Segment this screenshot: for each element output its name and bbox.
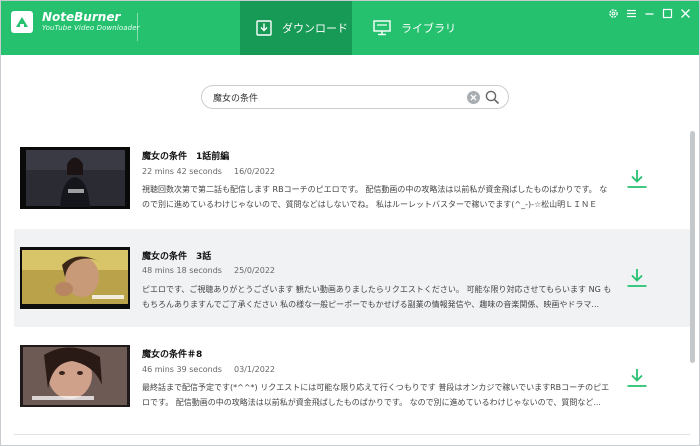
download-button[interactable]: [626, 368, 648, 388]
video-date: 03/1/2022: [234, 365, 276, 374]
video-date: 25/0/2022: [234, 266, 276, 275]
divider: [14, 434, 690, 435]
download-icon: [627, 369, 647, 387]
tab-library-label: ライブラリ: [401, 22, 456, 35]
menu-icon[interactable]: [626, 8, 637, 19]
video-meta: 22 mins 42 seconds 16/0/2022: [142, 167, 275, 176]
app-name: NoteBurner: [42, 10, 121, 24]
video-title: 魔女の条件＃8: [142, 350, 203, 360]
clear-icon: [470, 94, 477, 101]
video-title: 魔女の条件 1話前編: [142, 152, 230, 162]
brand-text: NoteBurner YouTube Video Downloader: [42, 11, 140, 33]
list-item[interactable]: 魔女の条件 1話前編 22 mins 42 seconds 16/0/2022 …: [14, 127, 690, 225]
video-thumbnail: [20, 147, 130, 209]
window-controls: [608, 8, 691, 19]
video-description: 最終話まで配信予定です(*^^*) リクエストには可能な限り応えて行くつもりです…: [142, 383, 610, 407]
app-subtitle: YouTube Video Downloader: [42, 24, 140, 32]
video-title: 魔女の条件 3話: [142, 252, 212, 262]
close-icon[interactable]: [680, 8, 691, 19]
search-box: [201, 85, 509, 109]
video-meta: 46 mins 39 seconds 03/1/2022: [142, 365, 275, 374]
video-thumbnail: [20, 247, 130, 309]
maximize-icon[interactable]: [662, 8, 673, 19]
search-input[interactable]: [213, 89, 463, 105]
results-list: 魔女の条件 1話前編 22 mins 42 seconds 16/0/2022 …: [14, 127, 690, 446]
download-button[interactable]: [626, 268, 648, 288]
noteburner-logo-icon: [11, 11, 33, 33]
video-thumbnail: [20, 345, 130, 407]
download-icon: [256, 20, 272, 36]
search-icon[interactable]: [485, 90, 500, 109]
video-duration: 48 mins 18 seconds: [142, 266, 222, 275]
video-description: ピエロです、ご視聴ありがとうございます 観たい動画ありましたらリクエストください…: [142, 285, 612, 309]
scrollbar[interactable]: [690, 131, 695, 363]
video-duration: 22 mins 42 seconds: [142, 167, 222, 176]
video-duration: 46 mins 39 seconds: [142, 365, 222, 374]
download-button[interactable]: [626, 169, 648, 189]
header-divider: [137, 13, 138, 41]
header-bar: NoteBurner YouTube Video Downloader ダウンロ…: [1, 1, 699, 55]
list-item[interactable]: 魔女の条件 3話 48 mins 18 seconds 25/0/2022 ピエ…: [14, 229, 690, 327]
app-window: NoteBurner YouTube Video Downloader ダウンロ…: [0, 0, 700, 446]
brand: NoteBurner YouTube Video Downloader: [11, 11, 140, 33]
tab-library[interactable]: ライブラリ: [359, 1, 471, 55]
video-meta: 48 mins 18 seconds 25/0/2022: [142, 266, 275, 275]
tab-download-label: ダウンロード: [282, 22, 348, 35]
minimize-icon[interactable]: [644, 8, 655, 19]
video-date: 16/0/2022: [234, 167, 276, 176]
tab-download[interactable]: ダウンロード: [240, 1, 352, 55]
video-description: 視聴回数次第で第二話も配信します RBコーチのピエロです。 配信動画の中の攻略法…: [142, 185, 608, 209]
download-icon: [627, 170, 647, 188]
clear-search-button[interactable]: [467, 91, 480, 104]
list-item[interactable]: 魔女の条件＃8 46 mins 39 seconds 03/1/2022 最終話…: [14, 331, 690, 429]
download-icon: [627, 269, 647, 287]
gear-icon[interactable]: [608, 8, 619, 19]
monitor-icon: [373, 20, 391, 36]
